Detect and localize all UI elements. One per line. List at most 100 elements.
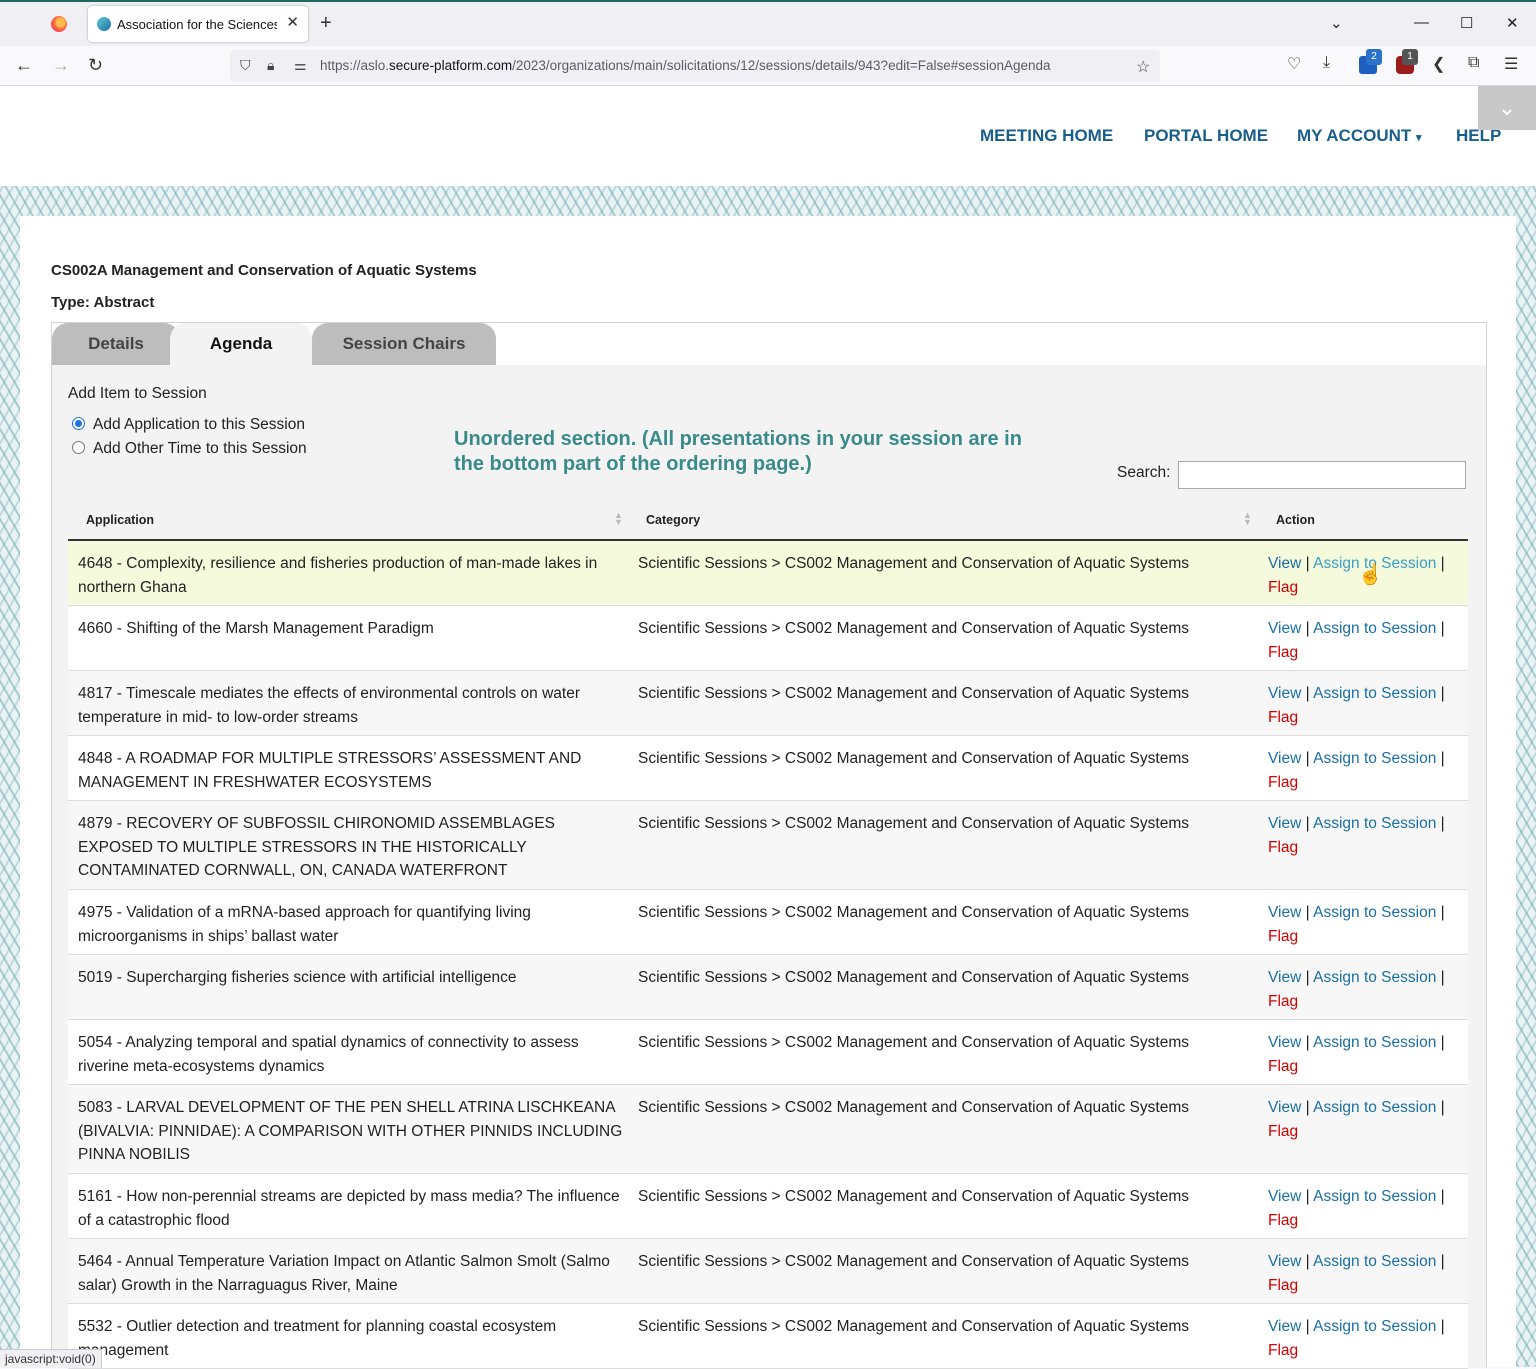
assign-to-session-link[interactable]: Assign to Session: [1313, 969, 1436, 986]
assign-to-session-link[interactable]: Assign to Session: [1313, 685, 1436, 702]
application-cell: 5161 - How non-perennial streams are dep…: [78, 1188, 620, 1229]
sort-icon[interactable]: ▲ ▼: [614, 511, 623, 527]
extension-icon[interactable]: ❮: [1432, 54, 1445, 74]
downloads-icon[interactable]: ⤓: [1323, 54, 1330, 72]
back-icon[interactable]: ←: [15, 55, 33, 76]
separator: |: [1305, 1099, 1310, 1116]
action-cell: View | Assign to Session | Flag: [1268, 966, 1468, 1013]
view-link[interactable]: View: [1268, 750, 1301, 767]
new-tab-icon[interactable]: +: [320, 12, 332, 35]
view-link[interactable]: View: [1268, 1099, 1301, 1116]
separator: |: [1440, 750, 1445, 767]
flag-link[interactable]: Flag: [1268, 839, 1298, 856]
maximize-icon[interactable]: ☐: [1460, 14, 1473, 32]
search-input[interactable]: [1178, 461, 1466, 489]
view-link[interactable]: View: [1268, 685, 1301, 702]
assign-to-session-link[interactable]: Assign to Session: [1313, 750, 1436, 767]
mouse-cursor-icon: ☝: [1358, 564, 1383, 586]
view-link[interactable]: View: [1268, 1034, 1301, 1051]
view-link[interactable]: View: [1268, 904, 1301, 921]
application-cell: 5532 - Outlier detection and treatment f…: [78, 1318, 557, 1359]
lock-icon[interactable]: 🔒︎: [267, 57, 274, 74]
flag-link[interactable]: Flag: [1268, 774, 1298, 791]
nav-portal-home[interactable]: PORTAL HOME: [1144, 126, 1268, 146]
action-cell: View | Assign to Session | Flag: [1268, 812, 1468, 859]
assign-to-session-link[interactable]: Assign to Session: [1313, 1034, 1436, 1051]
search-label: Search:: [1117, 464, 1171, 481]
view-link[interactable]: View: [1268, 1253, 1301, 1270]
flag-link[interactable]: Flag: [1268, 1342, 1298, 1359]
radio-button-checked[interactable]: [72, 417, 85, 430]
action-cell: View | Assign to Session | Flag: [1268, 747, 1468, 794]
tab-details[interactable]: Details: [52, 323, 180, 365]
assign-to-session-link[interactable]: Assign to Session: [1313, 1253, 1436, 1270]
close-tab-icon[interactable]: ✕: [286, 13, 299, 31]
nav-meeting-home[interactable]: MEETING HOME: [980, 126, 1113, 146]
firefox-icon[interactable]: [51, 16, 67, 32]
chevron-down-icon[interactable]: ⌄: [1478, 86, 1536, 130]
category-cell: Scientific Sessions > CS002 Management a…: [638, 1099, 1189, 1116]
application-cell: 4817 - Timescale mediates the effects of…: [78, 685, 581, 726]
minimize-icon[interactable]: —: [1414, 14, 1429, 31]
radio-add-other-time[interactable]: Add Other Time to this Session: [72, 440, 307, 458]
flag-link[interactable]: Flag: [1268, 928, 1298, 945]
action-cell: View | Assign to Session | Flag: [1268, 1185, 1468, 1232]
extensions-puzzle-icon[interactable]: ⧉: [1468, 54, 1479, 72]
assign-to-session-link[interactable]: Assign to Session: [1313, 1318, 1436, 1335]
site-header: MEETING HOME PORTAL HOME MY ACCOUNT ▾ HE…: [0, 86, 1536, 186]
assign-to-session-link[interactable]: Assign to Session: [1313, 815, 1436, 832]
view-link[interactable]: View: [1268, 815, 1301, 832]
view-link[interactable]: View: [1268, 1188, 1301, 1205]
pocket-icon[interactable]: ♡: [1287, 54, 1301, 74]
permissions-icon[interactable]: ⚌: [294, 57, 307, 74]
flag-link[interactable]: Flag: [1268, 644, 1298, 661]
reload-icon[interactable]: ↻: [88, 55, 103, 76]
flag-link[interactable]: Flag: [1268, 1123, 1298, 1140]
table-row: 4975 - Validation of a mRNA-based approa…: [68, 890, 1468, 955]
flag-link[interactable]: Flag: [1268, 709, 1298, 726]
bookmark-star-icon[interactable]: ☆: [1136, 57, 1150, 77]
url-bar[interactable]: ⛉ 🔒︎ ⚌ https://aslo.secure-platform.com/…: [230, 50, 1160, 82]
flag-link[interactable]: Flag: [1268, 579, 1298, 596]
col-application[interactable]: Application: [86, 513, 154, 527]
view-link[interactable]: View: [1268, 620, 1301, 637]
assign-to-session-link[interactable]: Assign to Session: [1313, 904, 1436, 921]
assign-to-session-link[interactable]: Assign to Session: [1313, 620, 1436, 637]
tab-session-chairs[interactable]: Session Chairs: [312, 323, 496, 365]
session-tabs: Details Agenda Session Chairs Add Item t…: [51, 322, 1487, 1369]
action-cell: View | Assign to Session | Flag: [1268, 901, 1468, 948]
separator: |: [1440, 1099, 1445, 1116]
flag-link[interactable]: Flag: [1268, 1277, 1298, 1294]
view-link[interactable]: View: [1268, 555, 1301, 572]
flag-link[interactable]: Flag: [1268, 1212, 1298, 1229]
col-category[interactable]: Category: [646, 513, 700, 527]
url-text[interactable]: https://aslo.secure-platform.com/2023/or…: [320, 58, 1051, 73]
radio-add-application[interactable]: Add Application to this Session: [72, 416, 305, 434]
assign-to-session-link[interactable]: Assign to Session: [1313, 1099, 1436, 1116]
forward-icon[interactable]: →: [52, 55, 70, 76]
separator: |: [1305, 1318, 1310, 1335]
radio-button[interactable]: [72, 441, 85, 454]
sort-icon[interactable]: ▲ ▼: [1243, 511, 1252, 527]
view-link[interactable]: View: [1268, 969, 1301, 986]
separator: |: [1305, 555, 1310, 572]
view-link[interactable]: View: [1268, 1318, 1301, 1335]
extension-badge: 2: [1366, 49, 1382, 65]
table-row: 4879 - RECOVERY OF SUBFOSSIL CHIRONOMID …: [68, 801, 1468, 890]
nav-my-account[interactable]: MY ACCOUNT ▾: [1297, 126, 1422, 146]
flag-link[interactable]: Flag: [1268, 993, 1298, 1010]
flag-link[interactable]: Flag: [1268, 1058, 1298, 1075]
table-row: 5532 - Outlier detection and treatment f…: [68, 1304, 1468, 1369]
shield-icon[interactable]: ⛉: [240, 57, 251, 74]
browser-tab-active[interactable]: Association for the Sciences of Limnolog…: [88, 6, 308, 42]
category-cell: Scientific Sessions > CS002 Management a…: [638, 815, 1189, 832]
list-tabs-icon[interactable]: ⌄: [1330, 14, 1343, 32]
menu-icon[interactable]: ☰: [1504, 54, 1518, 74]
tab-agenda[interactable]: Agenda: [170, 323, 312, 365]
table-row: 4648 - Complexity, resilience and fisher…: [68, 541, 1468, 606]
action-cell: View | Assign to Session | Flag: [1268, 1031, 1468, 1078]
assign-to-session-link[interactable]: Assign to Session: [1313, 1188, 1436, 1205]
application-cell: 5054 - Analyzing temporal and spatial dy…: [78, 1034, 579, 1075]
close-window-icon[interactable]: ✕: [1506, 14, 1519, 32]
separator: |: [1440, 904, 1445, 921]
